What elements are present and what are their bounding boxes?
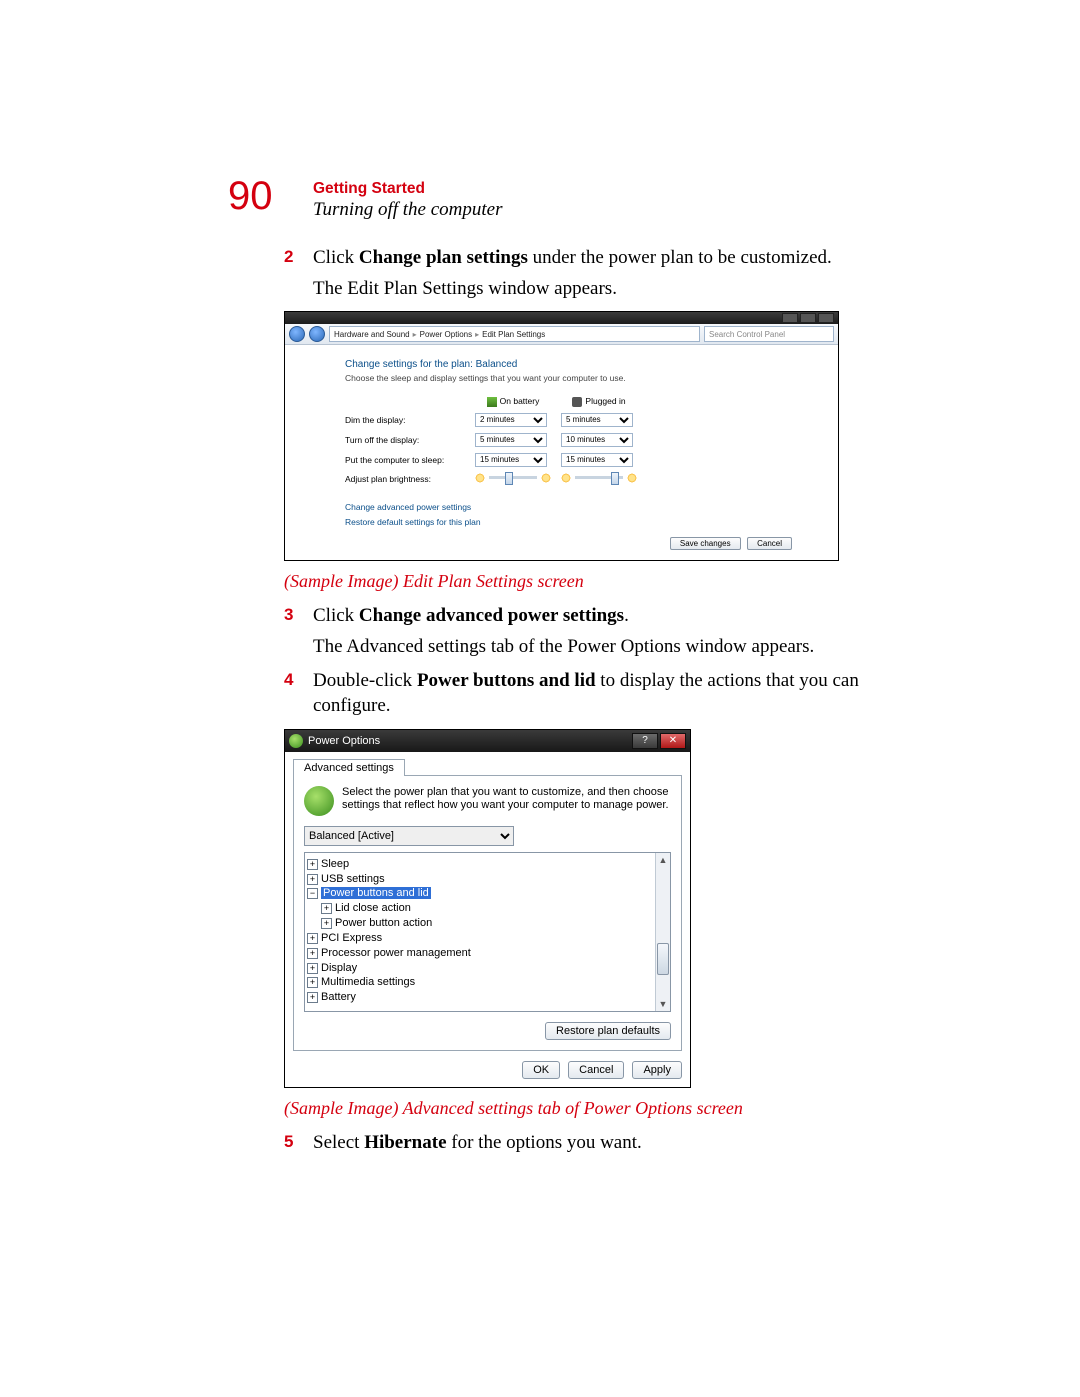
figure-caption: (Sample Image) Advanced settings tab of …: [284, 1098, 860, 1119]
restore-defaults-button[interactable]: Restore plan defaults: [545, 1022, 671, 1040]
sleep-battery-select[interactable]: 15 minutes: [475, 453, 547, 467]
sun-dim-icon: [475, 473, 485, 483]
step-number: 5: [284, 1131, 293, 1153]
search-input[interactable]: Search Control Panel: [704, 326, 834, 342]
breadcrumb-item[interactable]: Power Options: [420, 330, 472, 339]
col-plugged-in: Plugged in: [585, 396, 625, 406]
step-bold: Change advanced power settings: [359, 605, 624, 626]
tree-node-processor[interactable]: Processor power management: [307, 946, 668, 961]
scroll-thumb[interactable]: [657, 943, 669, 975]
tab-advanced-settings[interactable]: Advanced settings: [293, 759, 405, 776]
step-text: Double-click: [313, 670, 417, 691]
dialog-intro-text: Select the power plan that you want to c…: [342, 786, 671, 816]
brightness-plugged-slider[interactable]: [561, 473, 637, 483]
sun-bright-icon: [627, 473, 637, 483]
tree-node-display[interactable]: Display: [307, 961, 668, 976]
off-plugged-select[interactable]: 10 minutes: [561, 433, 633, 447]
scroll-up-icon[interactable]: ▲: [659, 853, 668, 867]
power-plan-select[interactable]: Balanced [Active]: [304, 826, 514, 846]
sleep-plugged-select[interactable]: 15 minutes: [561, 453, 633, 467]
step-followup: The Advanced settings tab of the Power O…: [313, 635, 860, 660]
battery-icon: [487, 397, 497, 407]
row-sleep: Put the computer to sleep:: [345, 455, 444, 465]
tree-node-battery[interactable]: Battery: [307, 990, 668, 1005]
tree-node-power-button[interactable]: Power button action: [321, 916, 668, 931]
step-text: .: [624, 605, 629, 626]
help-icon[interactable]: ?: [632, 733, 658, 749]
dim-battery-select[interactable]: 2 minutes: [475, 413, 547, 427]
step-4: 4 Double-click Power buttons and lid to …: [313, 669, 860, 718]
col-on-battery: On battery: [500, 396, 540, 406]
step-number: 4: [284, 669, 293, 691]
tree-node-usb[interactable]: USB settings: [307, 872, 668, 887]
window-titlebar: Power Options ? ✕: [285, 730, 690, 752]
sun-bright-icon: [541, 473, 551, 483]
plug-icon: [572, 397, 582, 407]
tree-node-multimedia[interactable]: Multimedia settings: [307, 975, 668, 990]
chapter-title: Getting Started: [313, 180, 860, 197]
settings-tree[interactable]: Sleep USB settings Power buttons and lid…: [304, 852, 671, 1012]
breadcrumb[interactable]: Hardware and Sound▸ Power Options▸ Edit …: [329, 326, 700, 342]
row-turn-off-display: Turn off the display:: [345, 435, 419, 445]
step-text: Click: [313, 605, 359, 626]
step-bold: Change plan settings: [359, 247, 528, 268]
window-titlebar: [285, 312, 838, 324]
step-text: under the power plan to be customized.: [528, 247, 832, 268]
scroll-down-icon[interactable]: ▼: [659, 997, 668, 1011]
step-5: 5 Select Hibernate for the options you w…: [313, 1131, 860, 1156]
tree-node-power-buttons-lid[interactable]: Power buttons and lid: [307, 886, 668, 901]
breadcrumb-item[interactable]: Hardware and Sound: [334, 330, 410, 339]
close-icon[interactable]: ✕: [660, 733, 686, 749]
power-plan-icon: [304, 786, 334, 816]
tree-node-sleep[interactable]: Sleep: [307, 857, 668, 872]
forward-icon[interactable]: [309, 326, 325, 342]
step-3: 3 Click Change advanced power settings.: [313, 604, 860, 629]
row-dim-display: Dim the display:: [345, 415, 405, 425]
save-changes-button[interactable]: Save changes: [670, 537, 741, 550]
step-bold: Power buttons and lid: [417, 670, 596, 691]
dim-plugged-select[interactable]: 5 minutes: [561, 413, 633, 427]
power-options-dialog-screenshot: Power Options ? ✕ Advanced settings Sele…: [284, 729, 691, 1088]
power-options-icon: [289, 734, 303, 748]
scrollbar[interactable]: ▲ ▼: [655, 853, 670, 1011]
tree-node-lid-close[interactable]: Lid close action: [321, 901, 668, 916]
figure-caption: (Sample Image) Edit Plan Settings screen: [284, 571, 860, 592]
step-bold: Hibernate: [364, 1132, 446, 1153]
step-2: 2 Click Change plan settings under the p…: [313, 246, 860, 271]
section-title: Turning off the computer: [313, 199, 860, 222]
off-battery-select[interactable]: 5 minutes: [475, 433, 547, 447]
back-icon[interactable]: [289, 326, 305, 342]
explorer-navbar: Hardware and Sound▸ Power Options▸ Edit …: [285, 324, 838, 345]
sun-dim-icon: [561, 473, 571, 483]
restore-defaults-link[interactable]: Restore default settings for this plan: [345, 517, 808, 527]
step-text: Click: [313, 247, 359, 268]
minimize-icon[interactable]: [782, 313, 798, 323]
window-title: Power Options: [308, 735, 630, 747]
step-text: Select: [313, 1132, 364, 1153]
maximize-icon[interactable]: [800, 313, 816, 323]
ok-button[interactable]: OK: [522, 1061, 560, 1079]
edit-plan-settings-screenshot: Hardware and Sound▸ Power Options▸ Edit …: [284, 311, 839, 561]
row-brightness: Adjust plan brightness:: [345, 474, 431, 484]
dialog-subtext: Choose the sleep and display settings th…: [345, 373, 808, 383]
tree-node-pci[interactable]: PCI Express: [307, 931, 668, 946]
apply-button[interactable]: Apply: [632, 1061, 682, 1079]
change-advanced-link[interactable]: Change advanced power settings: [345, 502, 808, 512]
step-number: 2: [284, 246, 293, 268]
dialog-heading: Change settings for the plan: Balanced: [345, 359, 808, 370]
cancel-button[interactable]: Cancel: [568, 1061, 624, 1079]
step-followup: The Edit Plan Settings window appears.: [313, 277, 860, 302]
step-number: 3: [284, 604, 293, 626]
breadcrumb-item[interactable]: Edit Plan Settings: [482, 330, 545, 339]
page-number: 90: [228, 174, 273, 219]
close-icon[interactable]: [818, 313, 834, 323]
brightness-battery-slider[interactable]: [475, 473, 551, 483]
step-text: for the options you want.: [447, 1132, 642, 1153]
cancel-button[interactable]: Cancel: [747, 537, 792, 550]
